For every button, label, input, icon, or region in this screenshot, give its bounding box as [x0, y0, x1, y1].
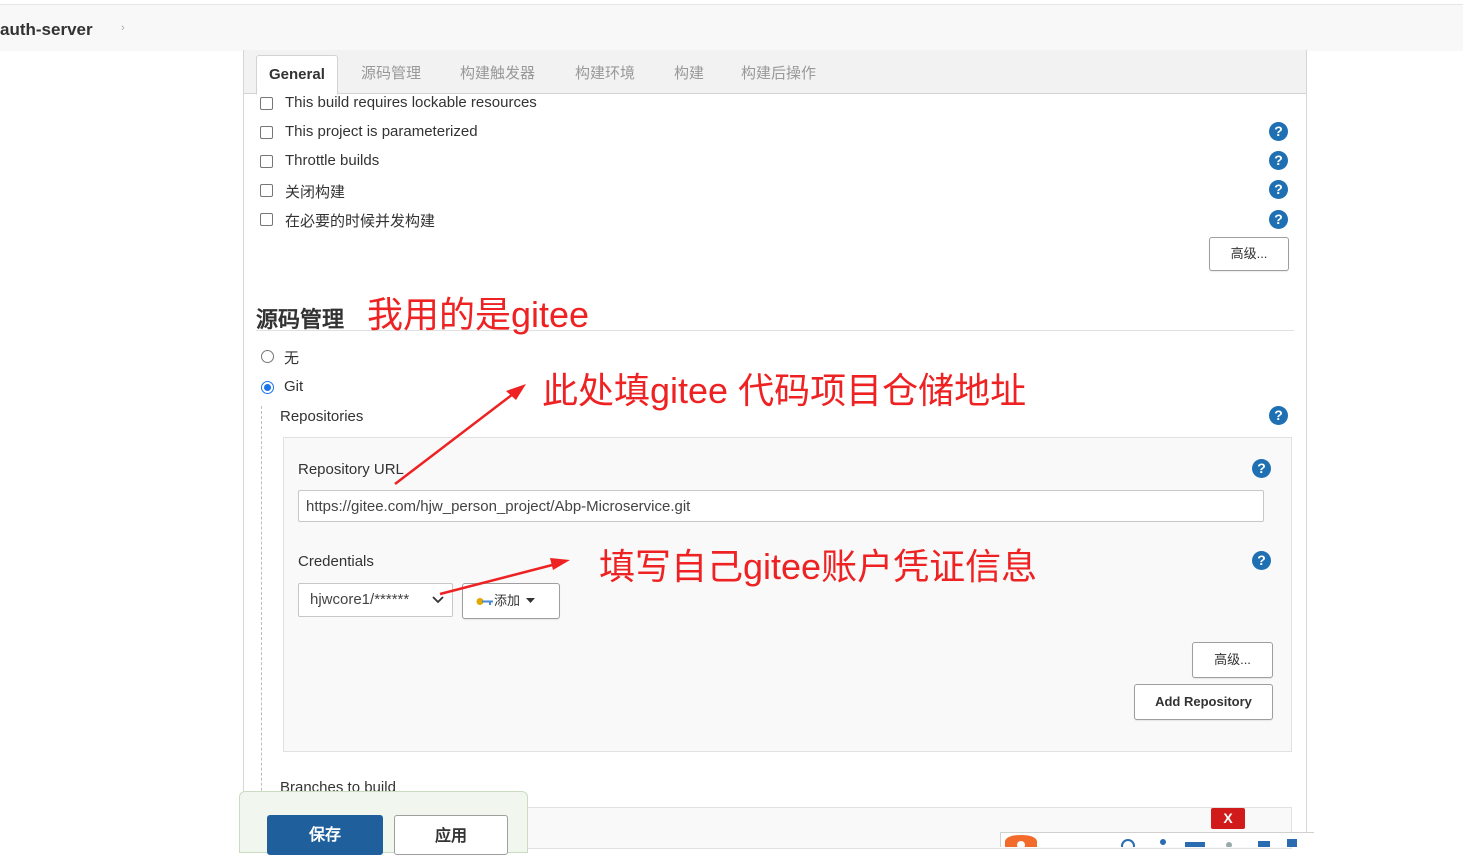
save-button[interactable]: 保存	[267, 815, 383, 855]
checkbox[interactable]	[260, 213, 273, 226]
help-icon[interactable]: ?	[1269, 180, 1288, 199]
keyboard-icon[interactable]	[1185, 842, 1205, 847]
repository-url-label: Repository URL	[298, 461, 404, 478]
help-icon[interactable]: ?	[1269, 151, 1288, 170]
credentials-value: hjwcore1/******	[310, 591, 410, 608]
git-config-indent-line	[261, 406, 262, 846]
checkbox[interactable]	[260, 155, 273, 168]
radio-button[interactable]	[261, 350, 274, 363]
key-icon	[476, 598, 493, 605]
checkbox[interactable]	[260, 126, 273, 139]
save-bar: 保存 应用	[239, 791, 528, 855]
annotation-url-note: 此处填gitee 代码项目仓储地址	[542, 370, 1027, 411]
option-label: Throttle builds	[285, 152, 380, 169]
config-panel: General 源码管理 构建触发器 构建环境 构建 构建后操作 This bu…	[243, 50, 1307, 849]
repository-advanced-button[interactable]: 高级...	[1192, 642, 1273, 678]
option-label: 关闭构建	[285, 184, 346, 201]
breadcrumb-chevron-icon[interactable]: ›	[121, 22, 125, 34]
tab-scm[interactable]: 源码管理	[349, 55, 433, 93]
tab-post-build[interactable]: 构建后操作	[729, 55, 828, 93]
breadcrumb-project[interactable]: auth-server	[0, 20, 93, 40]
help-icon[interactable]: ?	[1269, 406, 1288, 425]
option-label: This build requires lockable resources	[285, 94, 537, 111]
radio-label: Git	[284, 378, 304, 395]
help-icon[interactable]: ?	[1252, 551, 1271, 570]
option-label: This project is parameterized	[285, 123, 478, 140]
repository-config-box: Repository URL ? https://gitee.com/hjw_p…	[283, 437, 1292, 752]
repositories-label: Repositories	[280, 408, 364, 425]
apply-button[interactable]: 应用	[394, 815, 508, 855]
checkbox[interactable]	[260, 97, 273, 110]
top-breadcrumb-bar: auth-server ›	[0, 4, 1463, 51]
chevron-down-icon	[432, 596, 444, 604]
tab-general[interactable]: General	[256, 55, 338, 95]
help-icon[interactable]: ?	[1252, 459, 1271, 478]
ime-toolbar	[1000, 832, 1314, 853]
option-label: 在必要的时候并发构建	[285, 213, 436, 230]
tab-build[interactable]: 构建	[662, 55, 716, 93]
user-icon[interactable]	[1160, 839, 1166, 845]
radio-label: 无	[284, 350, 300, 367]
help-icon[interactable]: ?	[1269, 210, 1288, 229]
repository-url-input[interactable]: https://gitee.com/hjw_person_project/Abp…	[298, 490, 1264, 522]
skin-icon[interactable]	[1226, 842, 1232, 848]
radio-button[interactable]	[261, 381, 274, 394]
tab-build-triggers[interactable]: 构建触发器	[448, 55, 547, 93]
caret-down-icon	[526, 598, 535, 603]
general-advanced-button[interactable]: 高级...	[1209, 237, 1289, 271]
credentials-label: Credentials	[298, 553, 374, 570]
tools-icon[interactable]	[1258, 841, 1270, 847]
add-credentials-button[interactable]: 添加	[462, 583, 560, 619]
add-credentials-label: 添加	[494, 593, 521, 608]
add-repository-button[interactable]: Add Repository	[1134, 684, 1273, 720]
help-icon[interactable]: ?	[1269, 122, 1288, 141]
config-tabs: General 源码管理 构建触发器 构建环境 构建 构建后操作	[244, 50, 1306, 95]
annotation-scm-note: 我用的是gitee	[367, 294, 590, 335]
credentials-select[interactable]: hjwcore1/******	[298, 583, 453, 617]
annotation-credentials-note: 填写自己gitee账户凭证信息	[599, 546, 1038, 587]
close-icon[interactable]: X	[1211, 808, 1245, 829]
tab-build-env[interactable]: 构建环境	[563, 55, 647, 93]
checkbox[interactable]	[260, 184, 273, 197]
toolbar-icons	[1005, 835, 1297, 853]
